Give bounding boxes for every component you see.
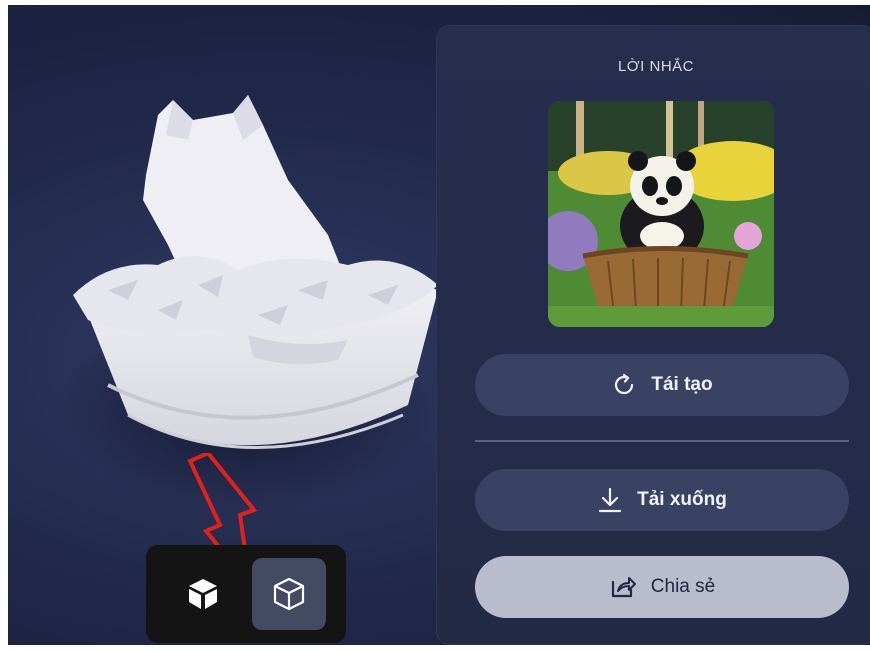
download-icon bbox=[599, 487, 622, 513]
download-label: Tải xuống bbox=[637, 489, 727, 510]
share-label: Chia sẻ bbox=[650, 576, 716, 597]
refresh-icon bbox=[615, 373, 634, 395]
view-mode-toolbar bbox=[146, 545, 346, 643]
divider bbox=[475, 440, 849, 442]
download-button[interactable]: Tải xuống bbox=[475, 469, 849, 531]
solid-cube-icon bbox=[189, 579, 217, 609]
wireframe-view-button[interactable] bbox=[252, 558, 326, 630]
result-panel: LỜI NHẮC Tái tạo Tải xuống Chia sẻ bbox=[436, 25, 870, 645]
panel-title: LỜI NHẮC bbox=[617, 58, 695, 75]
3d-model-panda-basket[interactable] bbox=[48, 85, 448, 505]
3d-viewport[interactable] bbox=[8, 5, 438, 645]
prompt-image-thumbnail[interactable] bbox=[548, 101, 774, 327]
wireframe-cube-icon bbox=[273, 577, 305, 611]
share-icon bbox=[611, 577, 636, 598]
share-button[interactable]: Chia sẻ bbox=[475, 556, 849, 618]
app-frame: LỜI NHẮC Tái tạo Tải xuống Chia sẻ bbox=[8, 5, 870, 645]
solid-view-button[interactable] bbox=[166, 558, 240, 630]
regenerate-button[interactable]: Tái tạo bbox=[475, 354, 849, 416]
regenerate-label: Tái tạo bbox=[651, 374, 713, 395]
